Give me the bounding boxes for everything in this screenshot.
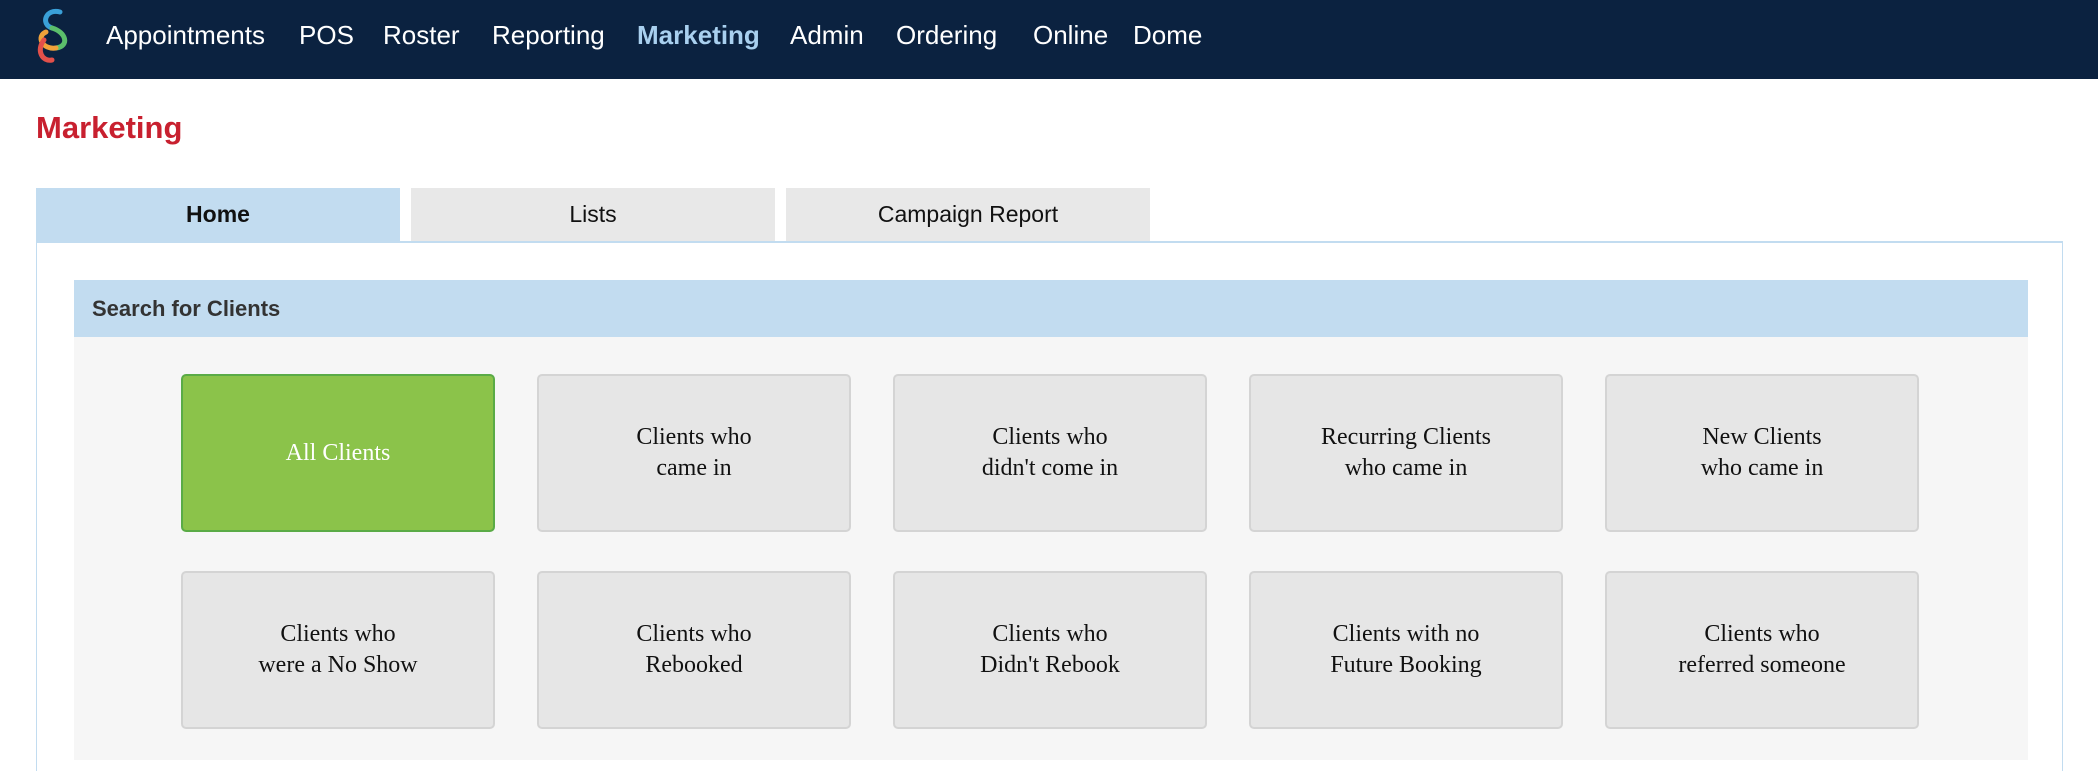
nav-online[interactable]: Online [1033,0,1108,70]
tab-home[interactable]: Home [36,188,400,241]
tile-label-line1: New Clients [1702,424,1822,450]
tile-label-line1: Clients who [636,424,752,450]
nav-roster[interactable]: Roster [383,0,460,70]
tile-label-line2: referred someone [1678,652,1846,678]
nav-appointments[interactable]: Appointments [106,0,265,70]
page-title: Marketing [36,110,183,145]
tile-clients-didnt-come-in[interactable]: Clients who didn't come in [893,374,1207,532]
top-navigation-bar: Appointments POS Roster Reporting Market… [0,0,2098,79]
tile-label-line2: who came in [1344,455,1468,481]
tile-label-line2: Future Booking [1330,652,1482,678]
tile-label-line2: came in [656,455,732,481]
tile-label-line1: Clients who [280,621,396,647]
tile-label-line1: Clients who [1704,621,1820,647]
tile-label-line1: Clients who [636,621,752,647]
tile-no-future-booking[interactable]: Clients with no Future Booking [1249,571,1563,729]
nav-ordering[interactable]: Ordering [896,0,997,70]
tile-label-line1: Clients who [992,424,1108,450]
tile-label-line2: who came in [1700,455,1824,481]
panel-header: Search for Clients [74,280,2028,337]
nav-admin[interactable]: Admin [790,0,864,70]
tile-clients-came-in[interactable]: Clients who came in [537,374,851,532]
app-logo-icon[interactable] [30,6,76,66]
nav-marketing[interactable]: Marketing [637,0,760,70]
nav-reporting[interactable]: Reporting [492,0,605,70]
tile-referred-someone[interactable]: Clients who referred someone [1605,571,1919,729]
tile-label-line2: were a No Show [258,652,418,678]
tile-new-clients[interactable]: New Clients who came in [1605,374,1919,532]
tile-didnt-rebook[interactable]: Clients who Didn't Rebook [893,571,1207,729]
tile-rebooked[interactable]: Clients who Rebooked [537,571,851,729]
tile-recurring-clients[interactable]: Recurring Clients who came in [1249,374,1563,532]
search-clients-panel: Search for Clients All Clients Clients w… [74,280,2028,760]
nav-pos[interactable]: POS [299,0,354,70]
tile-all-clients[interactable]: All Clients [181,374,495,532]
tile-no-show[interactable]: Clients who were a No Show [181,571,495,729]
tile-label-line2: Rebooked [645,652,743,678]
tab-campaign-report[interactable]: Campaign Report [786,188,1150,241]
tab-lists[interactable]: Lists [411,188,775,241]
tile-label: All Clients [285,439,391,466]
tile-label-line1: Clients with no [1332,621,1480,647]
nav-dome[interactable]: Dome [1133,0,1202,70]
tile-label-line2: didn't come in [981,455,1119,481]
tile-label-line1: Clients who [992,621,1108,647]
tile-label-line2: Didn't Rebook [980,652,1120,678]
tile-label-line1: Recurring Clients [1321,424,1491,450]
